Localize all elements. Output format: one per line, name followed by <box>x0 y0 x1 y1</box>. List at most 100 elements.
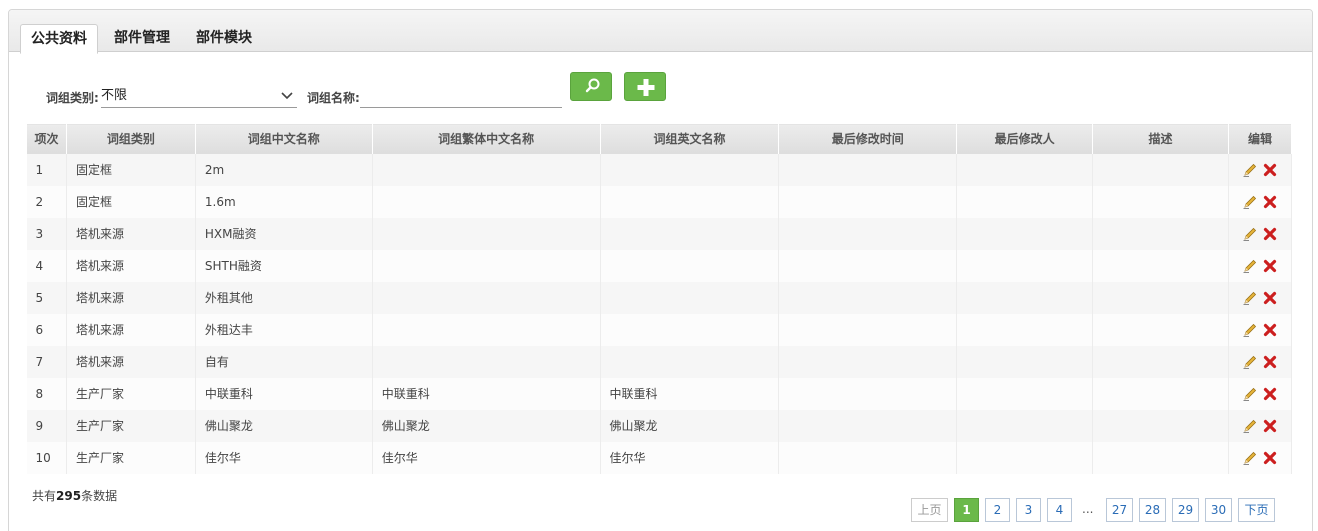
cell-actions <box>1228 377 1293 410</box>
cell-traditional-name <box>372 185 601 218</box>
cell-chinese-name: 外租达丰 <box>195 313 373 346</box>
col-header-modified-time[interactable]: 最后修改时间 <box>778 123 958 154</box>
pencil-icon[interactable] <box>1242 418 1258 434</box>
col-header-index[interactable]: 项次 <box>26 123 67 154</box>
next-page-button[interactable]: 下页 <box>1238 498 1275 522</box>
page-30-button[interactable]: 30 <box>1205 498 1232 522</box>
table-body: 1 固定框 2m 2 固定框 1.6m 3 塔机来源 HXM融资 4 塔机来源 SHTH融资 5 塔机来源… <box>26 153 1293 474</box>
cell-english-name <box>600 249 780 282</box>
cell-modified-time <box>778 409 958 442</box>
cell-chinese-name: 外租其他 <box>195 281 373 314</box>
data-table: 项次 词组类别 词组中文名称 词组繁体中文名称 词组英文名称 最后修改时间 最后… <box>26 123 1293 474</box>
cell-traditional-name: 中联重科 <box>372 377 601 410</box>
page-28-button[interactable]: 28 <box>1139 498 1166 522</box>
cell-modified-time <box>778 313 958 346</box>
pencil-icon[interactable] <box>1242 354 1258 370</box>
cell-description <box>1092 249 1229 282</box>
page-2-button[interactable]: 2 <box>985 498 1010 522</box>
col-header-modified-by[interactable]: 最后修改人 <box>956 123 1094 154</box>
cell-modified-time <box>778 345 958 378</box>
cell-modified-time <box>778 441 958 474</box>
page-3-button[interactable]: 3 <box>1016 498 1041 522</box>
pencil-icon[interactable] <box>1242 322 1258 338</box>
pencil-icon[interactable] <box>1242 386 1258 402</box>
prev-page-button[interactable]: 上页 <box>911 498 948 522</box>
col-header-edit: 编辑 <box>1227 123 1293 154</box>
tab-public-data[interactable]: 公共资料 <box>20 24 98 54</box>
delete-x-icon[interactable] <box>1262 194 1278 210</box>
cell-english-name <box>600 185 780 218</box>
page-27-button[interactable]: 27 <box>1106 498 1133 522</box>
cell-traditional-name <box>372 313 601 346</box>
col-header-english-name[interactable]: 词组英文名称 <box>599 123 780 154</box>
cell-chinese-name: HXM融资 <box>195 217 373 250</box>
cell-description <box>1092 313 1229 346</box>
add-button[interactable] <box>624 72 666 101</box>
delete-x-icon[interactable] <box>1262 322 1278 338</box>
cell-modified-time <box>778 153 958 186</box>
pagination: 上页 1 2 3 4 ... 27 28 29 30 下页 <box>911 498 1279 522</box>
delete-x-icon[interactable] <box>1262 258 1278 274</box>
tab-component-management[interactable]: 部件管理 <box>104 24 180 53</box>
delete-x-icon[interactable] <box>1262 290 1278 306</box>
pencil-icon[interactable] <box>1242 226 1258 242</box>
category-select[interactable]: 不限 <box>101 84 297 108</box>
table-row: 4 塔机来源 SHTH融资 <box>26 249 1293 282</box>
cell-index: 5 <box>26 281 67 314</box>
table-row: 5 塔机来源 外租其他 <box>26 281 1293 314</box>
pagination-ellipsis: ... <box>1082 502 1094 516</box>
cell-modified-by <box>956 249 1094 282</box>
cell-description <box>1092 185 1229 218</box>
cell-index: 1 <box>26 153 67 186</box>
name-input[interactable] <box>360 84 562 108</box>
chevron-down-icon <box>281 84 293 116</box>
cell-category: 塔机来源 <box>66 249 196 282</box>
page-29-button[interactable]: 29 <box>1172 498 1199 522</box>
cell-modified-time <box>778 281 958 314</box>
delete-x-icon[interactable] <box>1262 386 1278 402</box>
delete-x-icon[interactable] <box>1262 450 1278 466</box>
delete-x-icon[interactable] <box>1262 226 1278 242</box>
main-panel: 公共资料 部件管理 部件模块 词组类别: 不限 词组名称: 项次 词组类别 词组… <box>8 9 1313 531</box>
cell-actions <box>1228 217 1293 250</box>
cell-chinese-name: SHTH融资 <box>195 249 373 282</box>
delete-x-icon[interactable] <box>1262 354 1278 370</box>
cell-index: 7 <box>26 345 67 378</box>
cell-modified-by <box>956 345 1094 378</box>
cell-english-name <box>600 217 780 250</box>
cell-description <box>1092 441 1229 474</box>
cell-modified-by <box>956 441 1094 474</box>
pencil-icon[interactable] <box>1242 194 1258 210</box>
cell-category: 生产厂家 <box>66 377 196 410</box>
cell-actions <box>1228 249 1293 282</box>
cell-modified-by <box>956 185 1094 218</box>
col-header-description[interactable]: 描述 <box>1092 123 1229 154</box>
col-header-category[interactable]: 词组类别 <box>65 123 196 154</box>
cell-description <box>1092 217 1229 250</box>
page-4-button[interactable]: 4 <box>1047 498 1072 522</box>
pencil-icon[interactable] <box>1242 290 1258 306</box>
col-header-traditional-name[interactable]: 词组繁体中文名称 <box>371 123 601 154</box>
category-label: 词组类别: <box>46 91 99 105</box>
cell-chinese-name: 佳尔华 <box>195 441 373 474</box>
cell-category: 生产厂家 <box>66 441 196 474</box>
cell-english-name <box>600 281 780 314</box>
delete-x-icon[interactable] <box>1262 162 1278 178</box>
tab-component-module[interactable]: 部件模块 <box>186 24 262 53</box>
cell-english-name: 佳尔华 <box>600 441 780 474</box>
pencil-icon[interactable] <box>1242 450 1258 466</box>
pencil-icon[interactable] <box>1242 162 1258 178</box>
table-row: 8 生产厂家 中联重科 中联重科 中联重科 <box>26 377 1293 410</box>
search-button[interactable] <box>570 72 612 101</box>
cell-traditional-name <box>372 217 601 250</box>
pencil-icon[interactable] <box>1242 258 1258 274</box>
cell-actions <box>1228 345 1293 378</box>
cell-index: 4 <box>26 249 67 282</box>
cell-actions <box>1228 185 1293 218</box>
delete-x-icon[interactable] <box>1262 418 1278 434</box>
col-header-chinese-name[interactable]: 词组中文名称 <box>194 123 373 154</box>
cell-category: 塔机来源 <box>66 281 196 314</box>
page-1-button[interactable]: 1 <box>954 498 979 522</box>
tab-bar: 公共资料 部件管理 部件模块 <box>9 10 1312 54</box>
filter-bar: 词组类别: 不限 词组名称: <box>9 72 1312 112</box>
